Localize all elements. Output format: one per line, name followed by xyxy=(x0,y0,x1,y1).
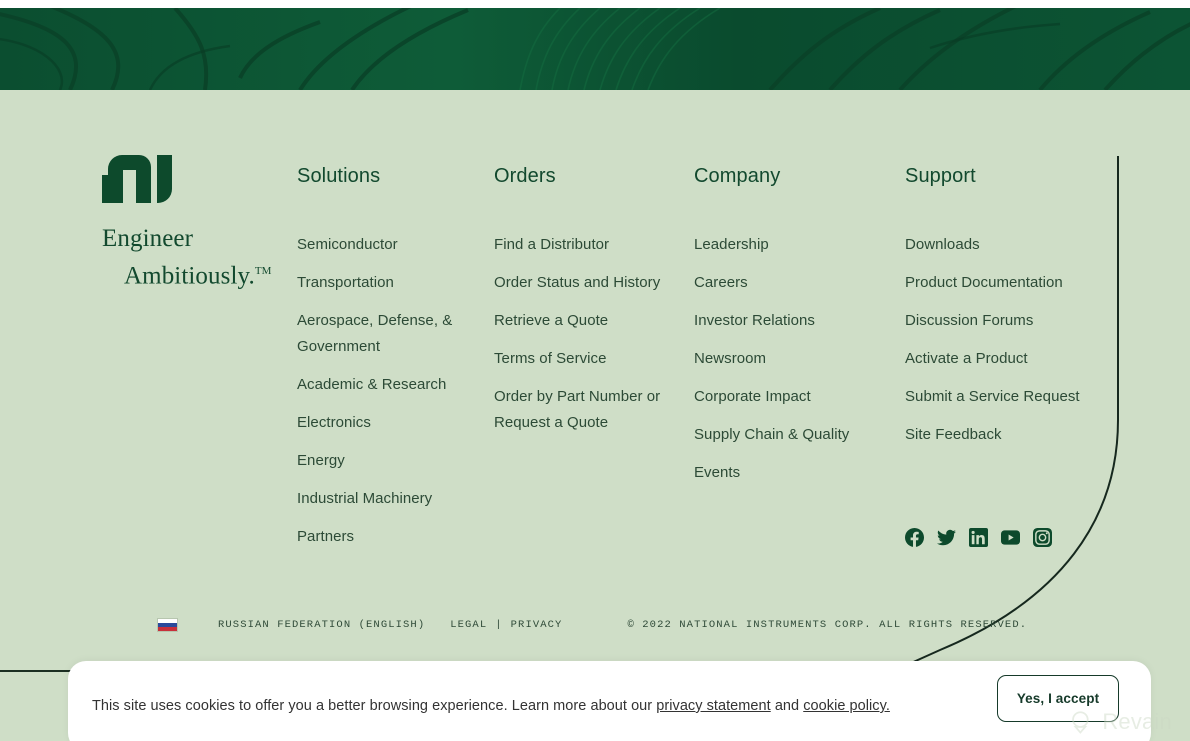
social-links xyxy=(905,528,1052,547)
footer-link-order-by-part-number[interactable]: Order by Part Number or Request a Quote xyxy=(494,384,679,436)
footer-link-product-documentation[interactable]: Product Documentation xyxy=(905,270,1100,296)
hero-contour-pattern xyxy=(0,8,1190,90)
footer-link-aerospace-defense-government[interactable]: Aerospace, Defense, & Government xyxy=(297,308,477,360)
cookie-banner-text: This site uses cookies to offer you a be… xyxy=(92,696,890,716)
footer-link-newsroom[interactable]: Newsroom xyxy=(694,346,889,372)
youtube-link[interactable] xyxy=(1001,528,1020,547)
footer-link-investor-relations[interactable]: Investor Relations xyxy=(694,308,889,334)
linkedin-link[interactable] xyxy=(969,528,988,547)
footer-link-submit-a-service-request[interactable]: Submit a Service Request xyxy=(905,384,1100,410)
twitter-icon xyxy=(937,529,956,546)
cookie-text-middle: and xyxy=(770,698,804,714)
hero-banner xyxy=(0,8,1190,90)
twitter-link[interactable] xyxy=(937,528,956,547)
russia-flag-icon[interactable] xyxy=(157,618,178,632)
footer-link-terms-of-service[interactable]: Terms of Service xyxy=(494,346,679,372)
youtube-icon xyxy=(1001,530,1020,545)
footer-link-events[interactable]: Events xyxy=(694,460,889,486)
footer-link-downloads[interactable]: Downloads xyxy=(905,232,1100,258)
column-heading-orders: Orders xyxy=(494,165,556,187)
footer-link-partners[interactable]: Partners xyxy=(297,524,477,550)
legal-bar: RUSSIAN FEDERATION (ENGLISH) LEGAL | PRIVA… xyxy=(0,610,1190,640)
instagram-icon xyxy=(1033,528,1052,547)
footer-link-order-status-and-history[interactable]: Order Status and History xyxy=(494,270,679,296)
facebook-icon xyxy=(905,528,924,547)
footer-column-company: Company Leadership Careers Investor Rela… xyxy=(694,164,889,498)
footer-link-discussion-forums[interactable]: Discussion Forums xyxy=(905,308,1100,334)
privacy-statement-link[interactable]: privacy statement xyxy=(656,698,770,714)
footer-column-orders: Orders Find a Distributor Order Status a… xyxy=(494,164,679,448)
footer-body: Engineer Ambitiously.TM Solutions Semico… xyxy=(0,90,1190,741)
footer-column-support: Support Downloads Product Documentation … xyxy=(905,164,1100,460)
locale-selector[interactable]: RUSSIAN FEDERATION (ENGLISH) xyxy=(218,619,425,631)
footer-link-activate-a-product[interactable]: Activate a Product xyxy=(905,346,1100,372)
left-divider-line xyxy=(0,670,72,672)
footer-link-corporate-impact[interactable]: Corporate Impact xyxy=(694,384,889,410)
copyright-text: © 2022 NATIONAL INSTRUMENTS CORP. ALL RI… xyxy=(627,619,1028,631)
legal-links: LEGAL | PRIVACY xyxy=(450,619,562,631)
tagline-line-1: Engineer xyxy=(102,225,194,252)
legal-link[interactable]: LEGAL xyxy=(450,619,487,631)
footer-link-careers[interactable]: Careers xyxy=(694,270,889,296)
footer-link-semiconductor[interactable]: Semiconductor xyxy=(297,232,477,258)
footer-column-solutions: Solutions Semiconductor Transportation A… xyxy=(297,164,477,562)
footer-link-leadership[interactable]: Leadership xyxy=(694,232,889,258)
legal-separator: | xyxy=(495,619,503,631)
facebook-link[interactable] xyxy=(905,528,924,547)
footer-link-academic-research[interactable]: Academic & Research xyxy=(297,372,477,398)
accept-cookies-button[interactable]: Yes, I accept xyxy=(997,675,1119,722)
footer-link-find-a-distributor[interactable]: Find a Distributor xyxy=(494,232,679,258)
cookie-text-before: This site uses cookies to offer you a be… xyxy=(92,698,657,714)
instagram-link[interactable] xyxy=(1033,528,1052,547)
cookie-policy-link[interactable]: cookie policy. xyxy=(803,698,890,714)
column-heading-solutions: Solutions xyxy=(297,165,381,187)
privacy-link[interactable]: PRIVACY xyxy=(511,619,563,631)
column-heading-support: Support xyxy=(905,165,976,187)
ni-logo-icon[interactable] xyxy=(102,155,172,203)
top-white-strip xyxy=(0,0,1190,8)
brand-block: Engineer Ambitiously.TM xyxy=(102,155,292,292)
trademark-symbol: TM xyxy=(254,265,272,277)
footer-link-electronics[interactable]: Electronics xyxy=(297,410,477,436)
footer-link-energy[interactable]: Energy xyxy=(297,448,477,474)
tagline-line-2: Ambitiously.TM xyxy=(124,262,272,290)
brand-tagline: Engineer Ambitiously.TM xyxy=(102,223,292,292)
linkedin-icon xyxy=(969,528,988,547)
footer-link-industrial-machinery[interactable]: Industrial Machinery xyxy=(297,486,477,512)
cookie-consent-banner: This site uses cookies to offer you a be… xyxy=(68,661,1151,741)
footer-link-supply-chain-quality[interactable]: Supply Chain & Quality xyxy=(694,422,889,448)
column-heading-company: Company xyxy=(694,165,781,187)
footer-link-transportation[interactable]: Transportation xyxy=(297,270,477,296)
footer-link-site-feedback[interactable]: Site Feedback xyxy=(905,422,1100,448)
page-root: Engineer Ambitiously.TM Solutions Semico… xyxy=(0,0,1190,741)
footer-link-retrieve-a-quote[interactable]: Retrieve a Quote xyxy=(494,308,679,334)
